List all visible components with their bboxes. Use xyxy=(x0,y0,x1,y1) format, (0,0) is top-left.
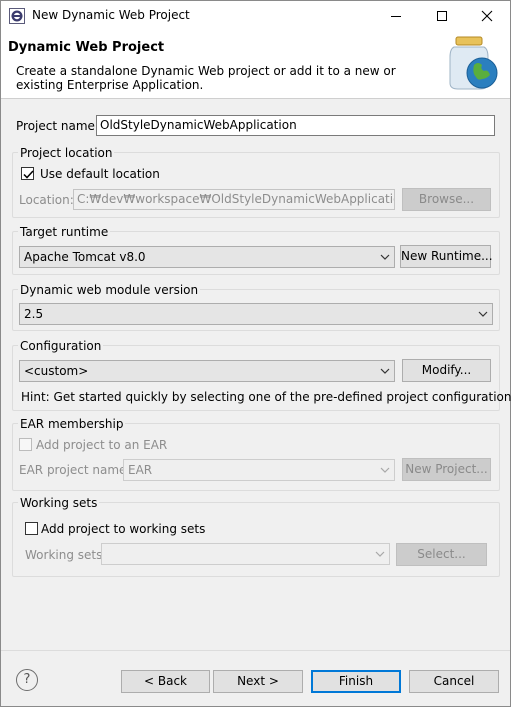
chevron-down-icon xyxy=(380,254,390,260)
chevron-down-icon xyxy=(380,368,390,374)
page-description: Create a standalone Dynamic Web project … xyxy=(16,64,396,92)
chevron-down-icon xyxy=(478,311,488,317)
new-project-button[interactable]: New Project... xyxy=(402,458,491,481)
next-button[interactable]: Next > xyxy=(213,670,303,693)
configuration-select[interactable]: <custom> xyxy=(19,360,395,382)
target-runtime-select[interactable]: Apache Tomcat v8.0 xyxy=(19,246,395,268)
use-default-location-label: Use default location xyxy=(40,167,160,181)
browse-button[interactable]: Browse... xyxy=(402,188,491,211)
add-to-ear-checkbox[interactable] xyxy=(19,438,32,451)
working-sets-title: Working sets xyxy=(18,496,100,510)
module-version-title: Dynamic web module version xyxy=(18,283,201,297)
module-version-select[interactable]: 2.5 xyxy=(19,303,493,325)
target-runtime-value: Apache Tomcat v8.0 xyxy=(24,250,146,264)
select-working-sets-button[interactable]: Select... xyxy=(396,543,487,566)
eclipse-app-icon xyxy=(9,8,25,24)
title-bar[interactable]: New Dynamic Web Project xyxy=(1,1,510,31)
ear-project-name-select[interactable]: EAR xyxy=(123,459,395,481)
wizard-header: Dynamic Web Project Create a standalone … xyxy=(1,31,510,99)
maximize-button[interactable] xyxy=(419,1,465,31)
back-button[interactable]: < Back xyxy=(121,670,210,693)
window-title: New Dynamic Web Project xyxy=(32,8,190,22)
project-name-label: Project name: xyxy=(16,119,99,133)
checkmark-icon xyxy=(23,170,34,179)
page-title: Dynamic Web Project xyxy=(8,40,165,55)
footer-divider xyxy=(1,650,510,651)
target-runtime-title: Target runtime xyxy=(18,225,111,239)
location-label: Location: xyxy=(19,193,74,207)
minimize-button[interactable] xyxy=(373,1,419,31)
modify-button[interactable]: Modify... xyxy=(402,359,491,382)
add-to-working-sets-label: Add project to working sets xyxy=(41,522,206,536)
help-icon[interactable]: ? xyxy=(16,669,38,691)
add-to-working-sets-checkbox[interactable] xyxy=(25,522,38,535)
maximize-icon xyxy=(437,11,447,21)
chevron-down-icon xyxy=(375,551,385,557)
cancel-button[interactable]: Cancel xyxy=(409,670,499,693)
use-default-location-checkbox[interactable] xyxy=(21,167,34,180)
project-name-input[interactable]: OldStyleDynamicWebApplication xyxy=(96,115,495,136)
module-version-value: 2.5 xyxy=(24,307,44,321)
ear-project-name-label: EAR project name: xyxy=(19,463,131,477)
ear-membership-title: EAR membership xyxy=(18,417,126,431)
new-runtime-button[interactable]: New Runtime... xyxy=(400,245,493,268)
configuration-value: <custom> xyxy=(24,364,89,378)
configuration-title: Configuration xyxy=(18,339,104,353)
minimize-icon xyxy=(391,16,401,17)
ear-project-name-value: EAR xyxy=(128,463,153,477)
add-to-ear-label: Add project to an EAR xyxy=(36,438,168,452)
working-sets-label: Working sets: xyxy=(25,548,107,562)
chevron-down-icon xyxy=(380,467,390,473)
close-button[interactable] xyxy=(464,1,510,31)
working-sets-select[interactable] xyxy=(101,543,390,565)
dialog-window: New Dynamic Web Project Dynamic Web Proj… xyxy=(0,0,511,707)
location-input[interactable]: C:₩dev₩workspace₩OldStyleDynamicWebAppli… xyxy=(73,189,395,210)
finish-button[interactable]: Finish xyxy=(311,670,401,693)
close-icon xyxy=(481,10,493,22)
web-project-jar-icon xyxy=(449,36,498,90)
project-location-title: Project location xyxy=(18,146,115,160)
configuration-hint: Hint: Get started quickly by selecting o… xyxy=(21,390,511,404)
